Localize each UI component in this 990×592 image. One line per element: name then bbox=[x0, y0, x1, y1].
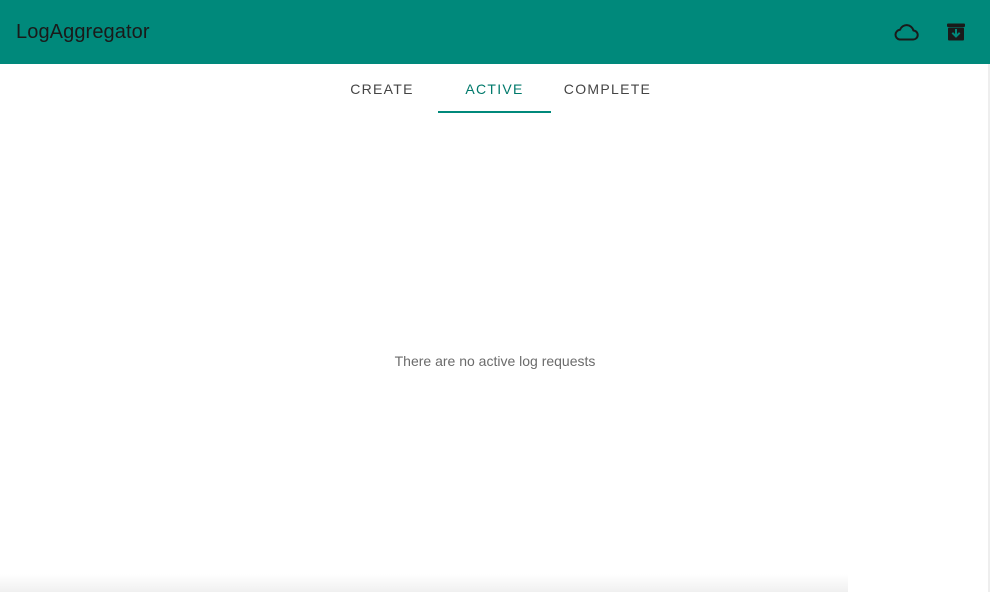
tab-active[interactable]: ACTIVE bbox=[438, 64, 551, 115]
cloud-button[interactable] bbox=[892, 18, 920, 46]
cloud-outline-icon bbox=[894, 24, 919, 41]
app-window: LogAggregator CREATE ACTIVE COMPLETE The… bbox=[0, 0, 990, 592]
archive-button[interactable] bbox=[942, 18, 970, 46]
empty-state-message: There are no active log requests bbox=[394, 353, 596, 369]
tab-create[interactable]: CREATE bbox=[326, 64, 438, 115]
tab-bar: CREATE ACTIVE COMPLETE bbox=[0, 64, 990, 115]
tab-complete[interactable]: COMPLETE bbox=[551, 64, 664, 115]
archive-icon bbox=[947, 23, 965, 41]
active-tab-indicator bbox=[438, 111, 551, 113]
app-bar: LogAggregator bbox=[0, 0, 990, 64]
app-title: LogAggregator bbox=[16, 20, 150, 43]
bottom-shadow bbox=[0, 574, 848, 592]
app-bar-actions bbox=[892, 18, 970, 46]
